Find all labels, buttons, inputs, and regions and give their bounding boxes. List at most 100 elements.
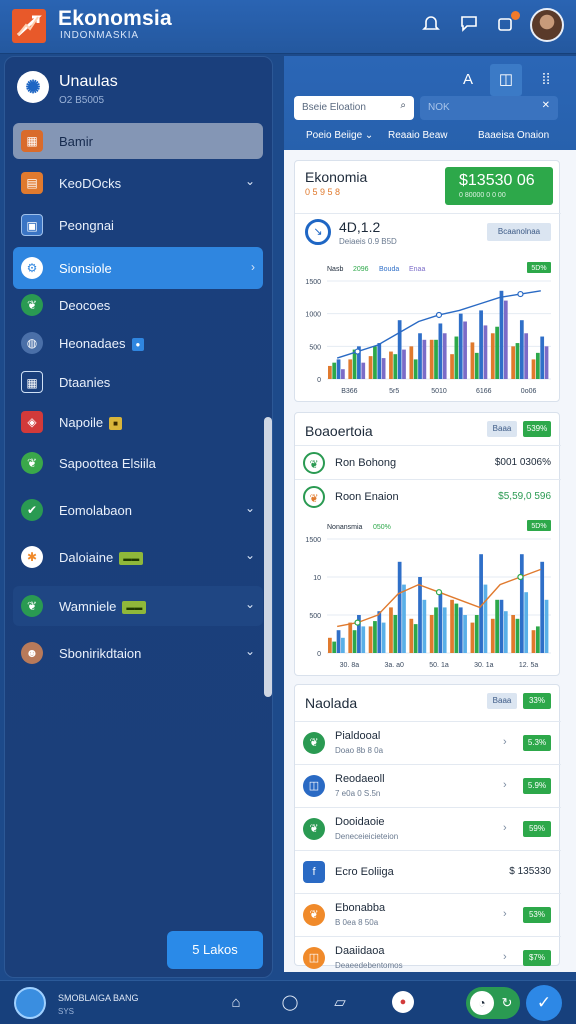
nav-item-4[interactable]: ❦ Deocoes — [13, 287, 263, 323]
chevron-right-icon[interactable]: › — [503, 736, 507, 748]
chart-bar — [352, 630, 357, 653]
home-icon[interactable]: ⌂ — [224, 991, 248, 1015]
font-icon[interactable]: A — [452, 64, 484, 96]
card-pill[interactable]: 539% — [523, 421, 551, 437]
chevron-right-icon[interactable]: › — [503, 822, 507, 834]
globe-icon: ◍ — [21, 332, 43, 354]
news-row[interactable]: f Ecro Eoliiga $ 135330 — [295, 850, 561, 893]
profile-icon[interactable]: ● — [392, 991, 414, 1013]
chart-bar — [377, 343, 382, 379]
nav-label: Peongnai — [59, 218, 114, 233]
card-pill[interactable]: Baaa — [487, 693, 517, 709]
value-badge[interactable]: $13530 06 0 80000 0 0 00 — [445, 167, 553, 205]
drawer-scrollbar[interactable] — [264, 417, 272, 697]
chart-bar — [381, 358, 386, 379]
cart-badge — [511, 11, 520, 20]
card-pill[interactable]: 33% — [523, 693, 551, 709]
nav-badge: ■ — [109, 417, 122, 430]
chevron-right-icon[interactable]: › — [503, 951, 507, 963]
nav-item-12[interactable]: ☻ Sbonirikdtaion ⌄ — [13, 635, 263, 671]
chart-bar — [463, 321, 467, 379]
news-row[interactable]: ❦ Dooidaoie Deneceieicieteion › 59% — [295, 807, 561, 850]
value-amount: $13530 06 — [459, 172, 535, 189]
chevron-down-icon[interactable]: ⌄ — [245, 548, 255, 562]
chart-bar — [524, 333, 529, 379]
nav-item-5[interactable]: ◍ Heonadaes ● — [13, 325, 263, 361]
nav-item-7[interactable]: ◈ Napoile ■ — [13, 404, 263, 440]
chart-pill-label: 5D% — [531, 523, 546, 530]
calendar-icon[interactable]: ▱ — [328, 991, 352, 1015]
chevron-down-icon[interactable]: ⌄ — [245, 644, 255, 658]
news-row[interactable]: ◫ Reodaeoll 7 e0a 0 S.5n › 5.9% — [295, 764, 561, 807]
row-value: $001 0306% — [494, 457, 551, 468]
chart-bar — [483, 325, 488, 379]
tab-2[interactable]: Baaeisa Onaion — [478, 130, 549, 141]
nav-badge: ▬▬ — [119, 552, 144, 565]
chart-bar — [519, 320, 524, 379]
news-row[interactable]: ◫ Daaiidaoa Deaeedebentomos › $7% — [295, 936, 561, 979]
y-tick-label: 1500 — [305, 279, 321, 286]
chevron-right-icon[interactable]: › — [503, 779, 507, 791]
drawer-action-button[interactable]: 5 Lakos — [167, 931, 263, 969]
nav-label: Sbonirikdtaion — [59, 646, 142, 661]
nav-item-1[interactable]: ▤ KeoDOcks ⌄ — [13, 165, 263, 201]
chart-bar — [393, 615, 398, 653]
nav-item-6[interactable]: ▦ Dtaanies — [13, 364, 263, 400]
chart-bar — [544, 599, 549, 653]
chevron-down-icon[interactable]: ⌄ — [245, 597, 255, 611]
close-icon[interactable]: ✕ — [542, 100, 550, 111]
filter-input[interactable]: NOK ✕ — [420, 96, 558, 120]
x-tick-label: B366 — [341, 388, 357, 395]
star-icon: ✱ — [21, 546, 43, 568]
trend-point — [435, 589, 443, 596]
tab-1[interactable]: Reaaio Beaw — [388, 130, 447, 141]
user-avatar[interactable] — [530, 8, 564, 42]
nav-item-11[interactable]: ❦ Wamniele ▬▬ ⌄ — [13, 586, 263, 626]
chart-bar — [495, 599, 499, 653]
gear-icon: ⚙ — [21, 257, 43, 279]
confirm-fab[interactable]: ✓ — [526, 985, 562, 1021]
nav-item-8[interactable]: ❦ Sapoottea Elsiila — [13, 445, 263, 481]
list-item[interactable]: ❦ Roon Enaion $5,59,0 596 — [295, 479, 561, 513]
bottom-title: SMOBLAIGA BANG — [58, 993, 139, 1003]
toggle-switch[interactable]: ◔ ↻ — [466, 987, 520, 1019]
nav-item-10[interactable]: ✱ Daloiaine ▬▬ ⌄ — [13, 539, 263, 575]
chart-bar — [373, 346, 377, 379]
chevron-down-icon[interactable]: ⌄ — [245, 501, 255, 515]
card-pill[interactable]: Baaa — [487, 421, 517, 437]
tab-label: Poeio Beiige — [306, 130, 363, 141]
chevron-right-icon[interactable]: › — [251, 260, 255, 274]
notification-bell-icon[interactable] — [418, 12, 444, 38]
nav-item-0[interactable]: ▦ Bamir — [13, 123, 263, 159]
row-subtitle: Doao 8b 8 0a — [335, 746, 384, 755]
circle-icon[interactable]: ◯ — [278, 991, 302, 1015]
navigation-drawer: ✺ Unaulas O2 B5005 ▦ Bamir ▤ KeoDOcks ⌄ … — [4, 56, 273, 978]
metric-pill[interactable]: Bcaanolnaa — [487, 223, 551, 241]
search-input[interactable]: Bseie Eloation ⌕ — [294, 96, 414, 120]
tab-0[interactable]: Poeio Beiige ⌄ — [306, 130, 373, 141]
chart-bar — [422, 339, 427, 379]
row-subtitle: Deneceieicieteion — [335, 832, 399, 841]
nav-label-text: Napoile — [59, 415, 104, 430]
nav-item-2[interactable]: ▣ Peongnai — [13, 207, 263, 243]
nav-item-9[interactable]: ✔ Eomolabaon ⌄ — [13, 492, 263, 528]
row-title: Reodaeoll — [335, 773, 385, 785]
leaf-icon: ❦ — [303, 732, 325, 754]
list-item[interactable]: ❦ Ron Bohong $001 0306% — [295, 445, 561, 479]
nav-item-3[interactable]: ⚙ Sionsiole › — [13, 247, 263, 289]
apps-icon[interactable]: ⁞⁞ — [530, 64, 562, 96]
cart-icon[interactable] — [492, 11, 520, 38]
facebook-icon: f — [303, 861, 325, 883]
news-row[interactable]: ❦ Pialdooal Doao 8b 8 0a › 5.3% — [295, 721, 561, 764]
chart-bar — [381, 622, 386, 653]
chart-bar — [515, 343, 520, 379]
news-row[interactable]: ❦ Ebonabba B 0ea 8 50a › 53% — [295, 893, 561, 936]
bookmark-icon[interactable]: ◫ — [490, 64, 522, 96]
chart-bar — [474, 352, 479, 379]
chevron-right-icon[interactable]: › — [503, 908, 507, 920]
chart-bar — [434, 339, 438, 379]
message-icon[interactable] — [456, 12, 482, 38]
chevron-down-icon[interactable]: ⌄ — [245, 174, 255, 188]
y-tick-label: 0 — [317, 651, 321, 658]
app-icon[interactable] — [14, 987, 46, 1019]
